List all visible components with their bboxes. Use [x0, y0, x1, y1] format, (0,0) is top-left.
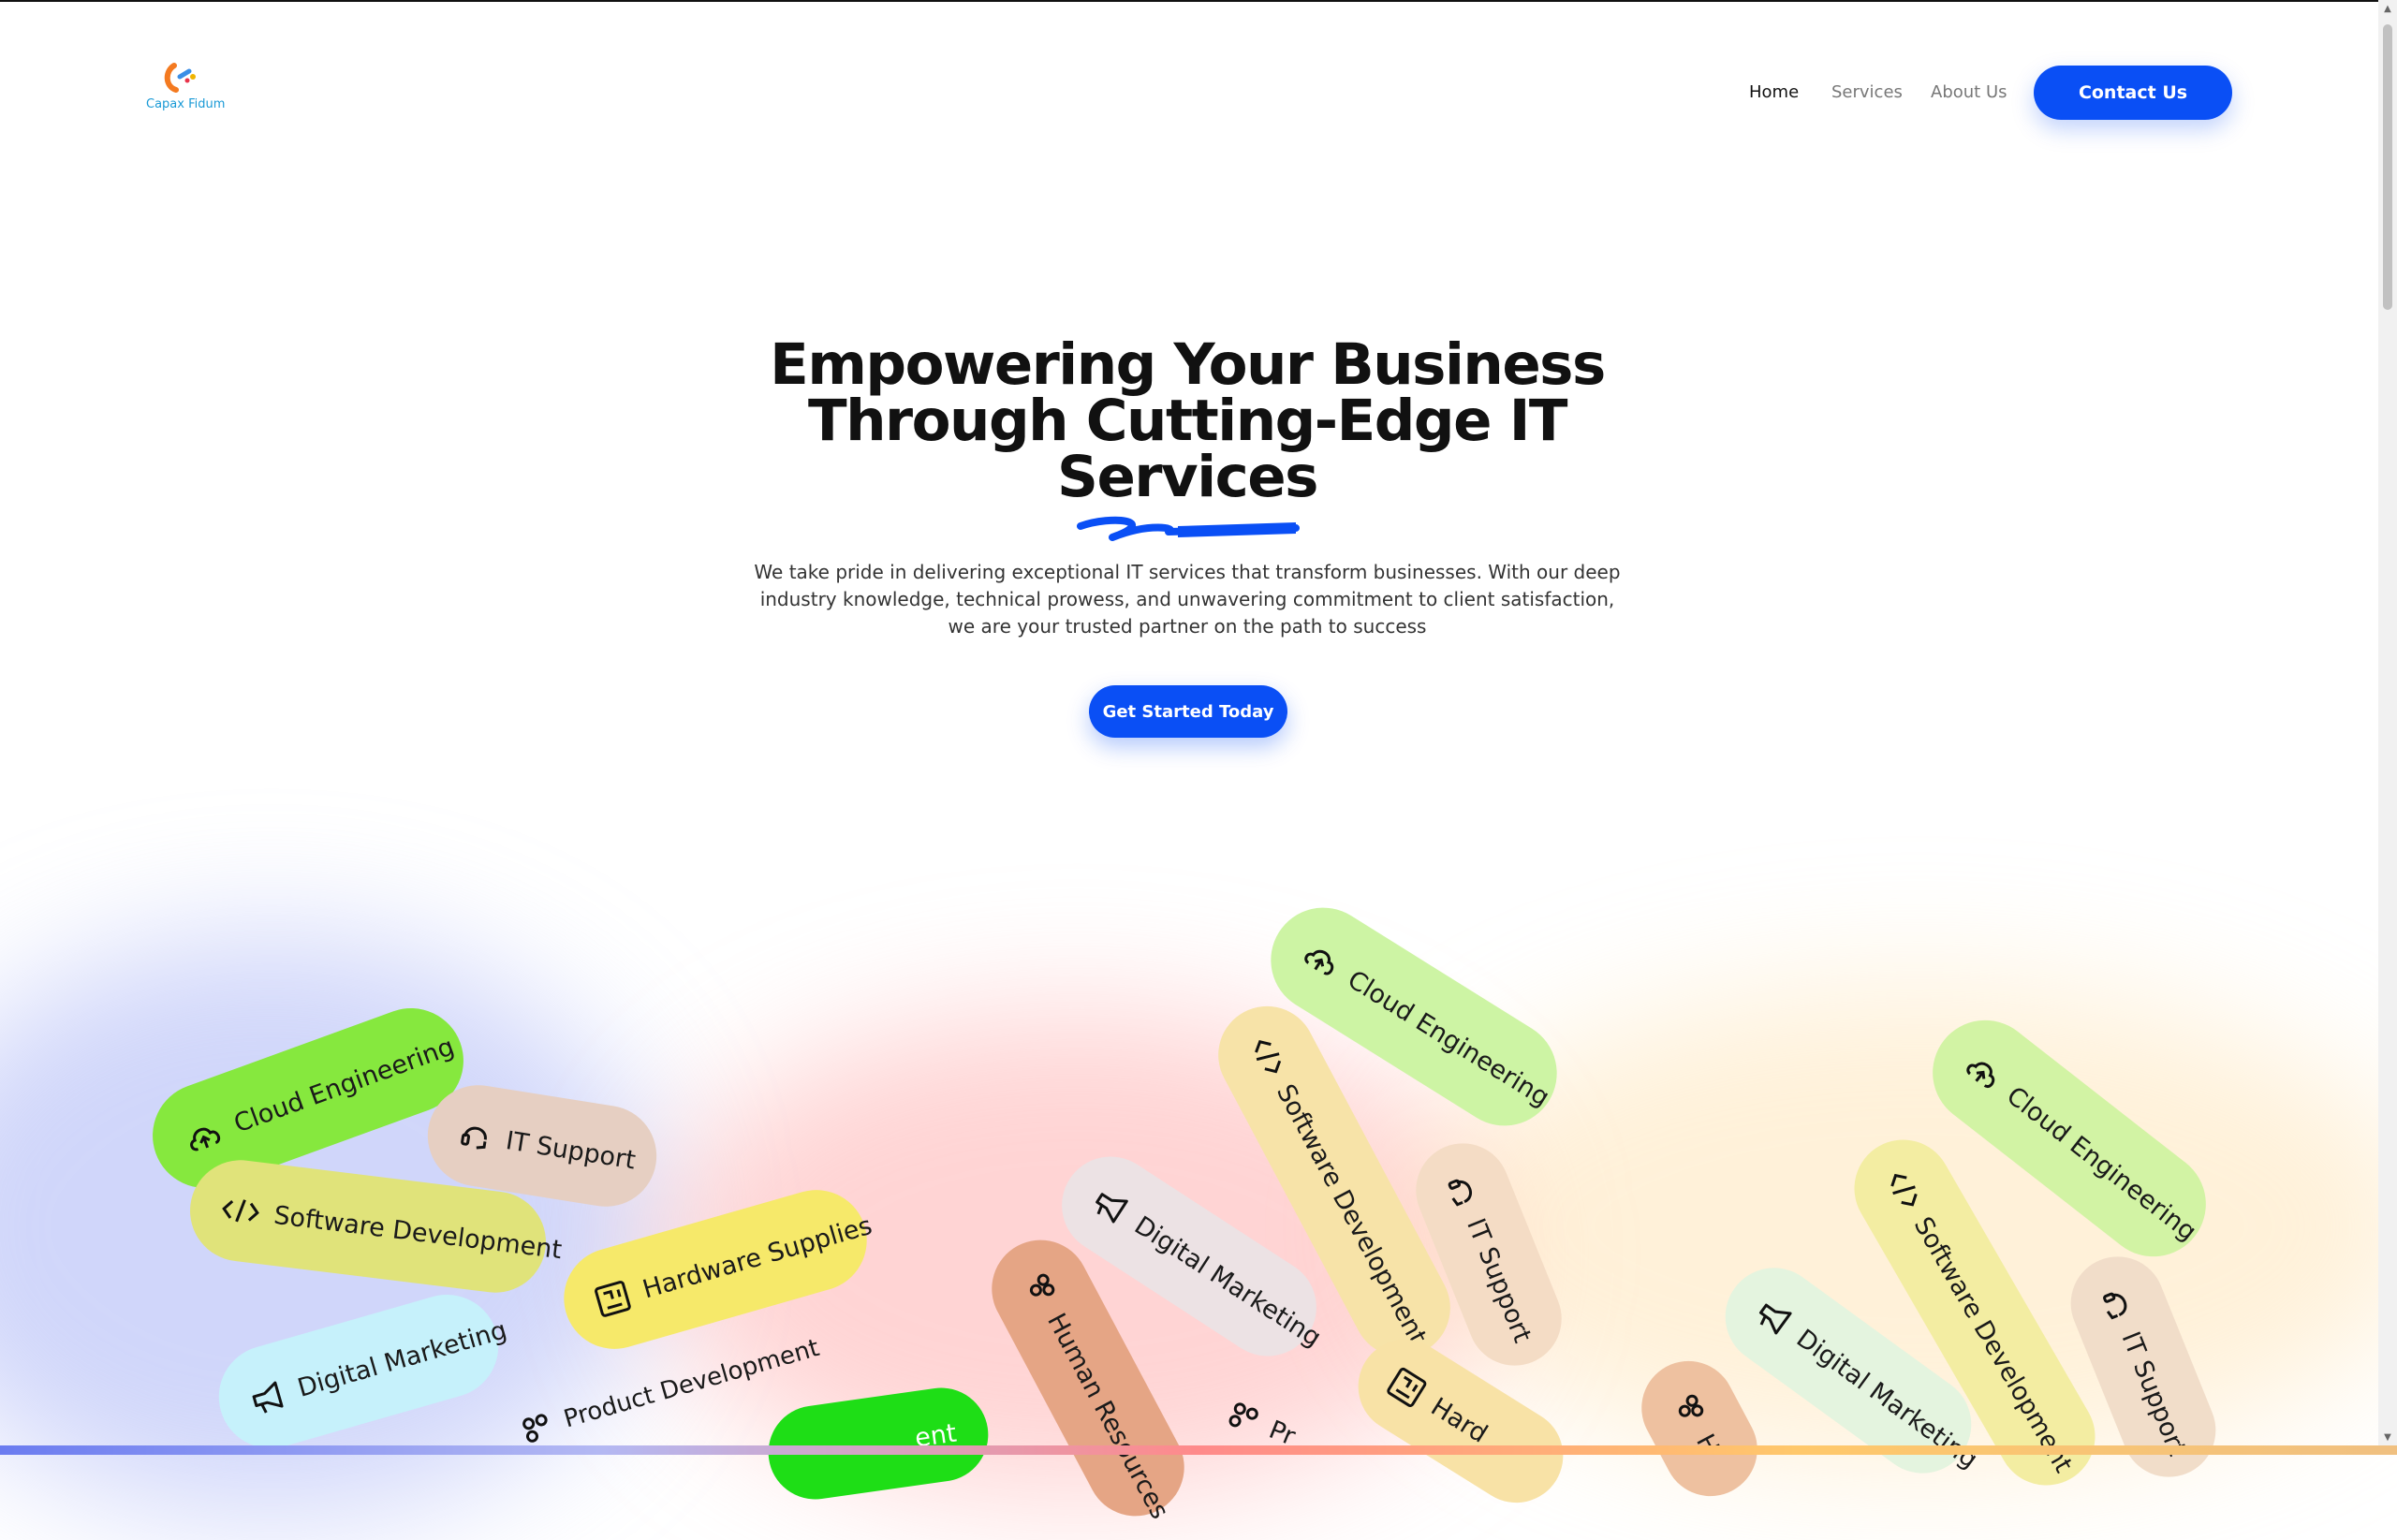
product-nodes-icon [522, 1414, 548, 1443]
pill-label: IT Support [504, 1125, 638, 1176]
brand-name: Capax Fidum [146, 97, 226, 111]
logo-mark-icon [164, 63, 196, 93]
megaphone-icon [1758, 1303, 1792, 1335]
nav-services[interactable]: Services [1831, 82, 1903, 102]
brand-logo[interactable]: Capax Fidum [142, 62, 232, 114]
headset-icon [1448, 1179, 1473, 1207]
megaphone-icon [252, 1381, 284, 1414]
circuit-board-icon [595, 1281, 631, 1317]
hero-description: We take pride in delivering exceptional … [754, 561, 1621, 638]
contact-us-button[interactable]: Contact Us [2034, 66, 2232, 120]
underline-squiggle-icon [1077, 516, 1300, 541]
headset-icon [461, 1126, 487, 1150]
bottom-gradient-strip [0, 1445, 2397, 1455]
cloud-upload-icon [190, 1127, 221, 1151]
nav-about-us[interactable]: About Us [1931, 82, 2007, 102]
code-icon [1890, 1173, 1918, 1207]
scroll-down-arrow-icon[interactable]: ▼ [2382, 1432, 2393, 1444]
product-nodes-icon [1228, 1402, 1258, 1428]
pill-label: Software Development [272, 1200, 564, 1265]
scrollbar-thumb[interactable] [2383, 24, 2392, 310]
code-icon [1255, 1040, 1282, 1074]
megaphone-icon [1096, 1193, 1128, 1224]
pill-label: Hard [1425, 1391, 1493, 1449]
get-started-button[interactable]: Get Started Today [1089, 685, 1287, 738]
hero-title-line3: Services [1057, 444, 1318, 510]
people-icon [1678, 1394, 1704, 1417]
hero-title: Empowering Your Business Through Cutting… [712, 336, 1663, 506]
nav-home[interactable]: Home [1749, 82, 1799, 102]
pill-label: IT Support [2116, 1327, 2193, 1460]
cloud-upload-icon [1304, 949, 1334, 975]
headset-icon [2103, 1292, 2127, 1320]
pill-label: IT Support [1461, 1214, 1537, 1347]
people-icon [1029, 1273, 1055, 1297]
window-top-border [0, 0, 2397, 2]
circuit-board-icon [1387, 1367, 1427, 1408]
pill-label: H [1690, 1429, 1726, 1460]
cloud-upload-icon [1966, 1062, 1995, 1088]
scroll-up-arrow-icon[interactable]: ▲ [2382, 4, 2393, 15]
code-icon [222, 1199, 259, 1223]
